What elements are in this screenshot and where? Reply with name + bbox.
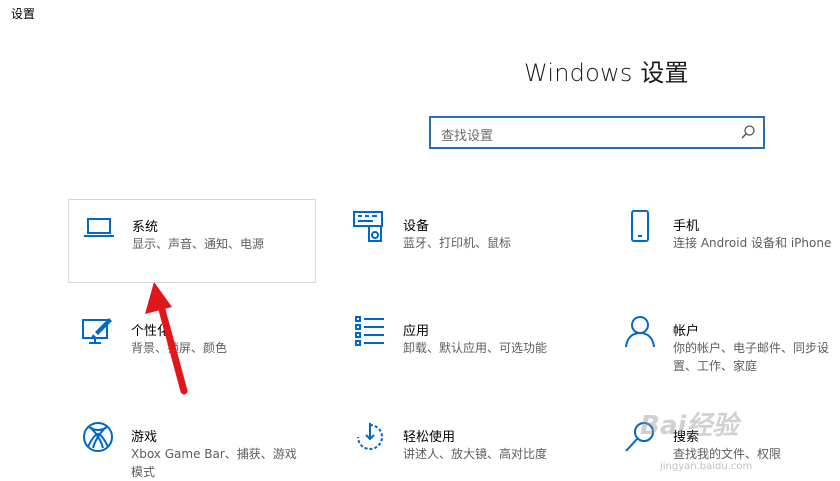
personalization-icon: [82, 318, 112, 344]
tile-accounts[interactable]: 帐户 你的帐户、电子邮件、同步设置、工作、家庭: [610, 304, 840, 388]
tile-personalization[interactable]: 个性化 背景、锁屏、颜色: [68, 304, 316, 388]
tile-desc: 你的帐户、电子邮件、同步设置、工作、家庭: [673, 341, 830, 373]
watermark-logo: Bai经验 jingyan.baidu.com: [640, 405, 840, 481]
laptop-icon: [84, 218, 114, 237]
apps-icon: [355, 316, 384, 346]
tile-desc: 显示、声音、通知、电源: [132, 237, 265, 251]
tile-desc: 蓝牙、打印机、鼠标: [403, 236, 512, 250]
tile-title: 应用: [403, 324, 430, 339]
tile-desc: 连接 Android 设备和 iPhone: [673, 236, 832, 250]
tile-title: 手机: [673, 219, 700, 234]
phone-icon: [631, 210, 649, 242]
search-input[interactable]: 查找设置: [429, 116, 765, 149]
tile-title: 系统: [132, 220, 159, 235]
tile-devices[interactable]: 设备 蓝牙、打印机、鼠标: [340, 199, 588, 283]
tile-desc: 讲述人、放大镜、高对比度: [403, 447, 548, 461]
tile-title: 游戏: [131, 430, 158, 445]
xbox-icon: [83, 422, 113, 452]
ease-of-access-icon: [357, 423, 383, 450]
tile-gaming[interactable]: 游戏 Xbox Game Bar、捕获、游戏模式: [68, 410, 316, 481]
account-icon: [625, 316, 655, 348]
tile-title: 个性化: [131, 324, 171, 339]
tile-title: 轻松使用: [403, 430, 456, 445]
search-icon[interactable]: [740, 124, 756, 140]
tile-desc: Xbox Game Bar、捕获、游戏模式: [131, 447, 297, 479]
tile-desc: 卸载、默认应用、可选功能: [403, 341, 548, 355]
tile-ease-of-access[interactable]: 轻松使用 讲述人、放大镜、高对比度: [340, 410, 588, 481]
page-title: Windows 设置: [524, 59, 689, 87]
tile-title: 设备: [403, 219, 430, 234]
tile-desc: 背景、锁屏、颜色: [131, 341, 228, 355]
tile-apps[interactable]: 应用 卸载、默认应用、可选功能: [340, 304, 588, 388]
tile-phone[interactable]: 手机 连接 Android 设备和 iPhone: [610, 199, 840, 283]
watermark-url: jingyan.baidu.com: [660, 461, 753, 472]
watermark-text: Bai经验: [640, 411, 739, 441]
devices-icon: [353, 211, 383, 242]
tile-title: 帐户: [673, 324, 700, 339]
search-placeholder: 查找设置: [441, 129, 494, 144]
tile-system[interactable]: 系统 显示、声音、通知、电源: [68, 199, 316, 283]
window-title: 设置: [11, 7, 36, 21]
